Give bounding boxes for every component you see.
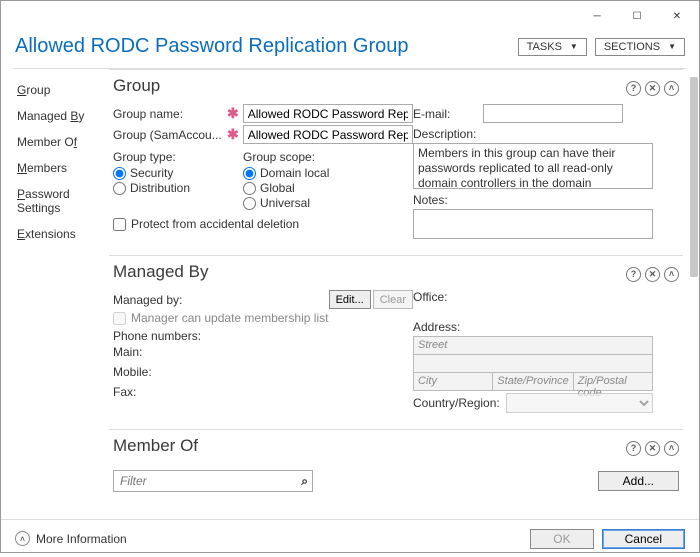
caret-down-icon: ▼ [668, 42, 676, 51]
radio-universal[interactable] [243, 197, 256, 210]
collapse-icon[interactable]: ˄ [664, 81, 679, 96]
help-icon[interactable]: ? [626, 267, 641, 282]
sidebar-item-password-settings[interactable]: Password Settings [17, 181, 109, 221]
group-sam-label: Group (SamAccou... [113, 128, 223, 142]
search-icon[interactable]: ⌕ [301, 474, 308, 489]
email-label: E-mail: [413, 107, 483, 121]
radio-universal-label: Universal [260, 196, 310, 210]
titlebar: ─ ☐ ✕ [1, 1, 699, 31]
filter-box[interactable]: ⌕ [113, 470, 313, 492]
cancel-button[interactable]: Cancel [602, 529, 685, 549]
radio-distribution-label: Distribution [130, 181, 190, 195]
managedby-label: Managed by: [113, 293, 193, 307]
scrollbar-thumb[interactable] [690, 77, 698, 277]
group-name-label: Group name: [113, 107, 223, 121]
radio-security[interactable] [113, 167, 126, 180]
notes-label: Notes: [413, 193, 679, 207]
sidebar-item-members[interactable]: Members [17, 155, 109, 181]
address-grid: Street City State/Province Zip/Postal co… [413, 336, 653, 390]
radio-distribution[interactable] [113, 182, 126, 195]
help-icon[interactable]: ? [626, 441, 641, 456]
close-section-icon[interactable]: ✕ [645, 441, 660, 456]
sidebar-item-extensions[interactable]: Extensions [17, 221, 109, 247]
sections-dropdown[interactable]: SECTIONS ▼ [595, 38, 685, 56]
street-input[interactable]: Street [413, 336, 653, 355]
maximize-button[interactable]: ☐ [617, 2, 657, 30]
sections-label: SECTIONS [604, 41, 660, 53]
page-title: Allowed RODC Password Replication Group [15, 35, 510, 58]
section-member-of: Member Of ? ✕ ˄ ⌕ Add... [109, 429, 683, 498]
collapse-icon[interactable]: ˄ [664, 441, 679, 456]
footer: ˄ More Information OK Cancel [1, 519, 699, 557]
fax-label: Fax: [113, 385, 136, 399]
radio-domain-local[interactable] [243, 167, 256, 180]
street-line2[interactable] [413, 354, 653, 373]
protect-checkbox[interactable] [113, 218, 126, 231]
section-managed-by: Managed By ? ✕ ˄ Managed by: Edit... Cle… [109, 255, 683, 419]
radio-global[interactable] [243, 182, 256, 195]
sidebar-item-member-of[interactable]: Member Of [17, 129, 109, 155]
close-button[interactable]: ✕ [657, 2, 697, 30]
header: Allowed RODC Password Replication Group … [1, 31, 699, 68]
minimize-button[interactable]: ─ [577, 2, 617, 30]
vertical-scrollbar[interactable] [687, 71, 699, 511]
zip-input[interactable]: Zip/Postal code [573, 372, 653, 391]
help-icon[interactable]: ? [626, 81, 641, 96]
manager-update-label: Manager can update membership list [131, 311, 328, 325]
close-section-icon[interactable]: ✕ [645, 267, 660, 282]
edit-button[interactable]: Edit... [329, 290, 371, 309]
group-name-input[interactable] [243, 104, 413, 123]
chevron-up-icon[interactable]: ˄ [15, 531, 30, 546]
close-section-icon[interactable]: ✕ [645, 81, 660, 96]
description-textarea[interactable]: Members in this group can have their pas… [413, 143, 653, 189]
required-icon: ✱ [223, 126, 243, 143]
main-content: Group ? ✕ ˄ Group name: ✱ Group (SamAcco… [109, 69, 699, 519]
clear-button: Clear [373, 290, 413, 309]
tasks-label: TASKS [527, 41, 562, 53]
office-label: Office: [413, 290, 447, 304]
group-sam-input[interactable] [243, 125, 413, 144]
email-input[interactable] [483, 104, 623, 123]
group-type-label: Group type: [113, 150, 243, 164]
notes-textarea[interactable] [413, 209, 653, 239]
state-input[interactable]: State/Province [492, 372, 574, 391]
tasks-dropdown[interactable]: TASKS ▼ [518, 38, 587, 56]
section-heading-group: Group [113, 76, 622, 96]
manager-update-checkbox [113, 312, 126, 325]
add-button[interactable]: Add... [598, 471, 679, 491]
description-label: Description: [413, 127, 679, 141]
section-group: Group ? ✕ ˄ Group name: ✱ Group (SamAcco… [109, 69, 683, 245]
collapse-icon[interactable]: ˄ [664, 267, 679, 282]
mobile-phone-label: Mobile: [113, 365, 152, 379]
filter-input[interactable] [118, 473, 301, 489]
required-icon: ✱ [223, 105, 243, 122]
city-input[interactable]: City [413, 372, 493, 391]
caret-down-icon: ▼ [570, 42, 578, 51]
sidebar-item-group[interactable]: Group [17, 77, 109, 103]
group-scope-label: Group scope: [243, 150, 329, 164]
sidebar: Group Managed By Member Of Members Passw… [1, 69, 109, 519]
radio-global-label: Global [260, 181, 295, 195]
phone-numbers-label: Phone numbers: [113, 329, 413, 343]
country-select [506, 393, 653, 413]
protect-label: Protect from accidental deletion [131, 217, 299, 231]
address-label: Address: [413, 320, 679, 334]
radio-security-label: Security [130, 166, 173, 180]
country-label: Country/Region: [413, 396, 500, 410]
main-phone-label: Main: [113, 345, 142, 359]
more-info-link[interactable]: More Information [36, 532, 127, 546]
radio-domain-label: Domain local [260, 166, 329, 180]
sidebar-item-managed-by[interactable]: Managed By [17, 103, 109, 129]
section-heading-memberof: Member Of [113, 436, 622, 456]
ok-button: OK [530, 529, 593, 549]
section-heading-managedby: Managed By [113, 262, 622, 282]
body: Group Managed By Member Of Members Passw… [1, 69, 699, 519]
